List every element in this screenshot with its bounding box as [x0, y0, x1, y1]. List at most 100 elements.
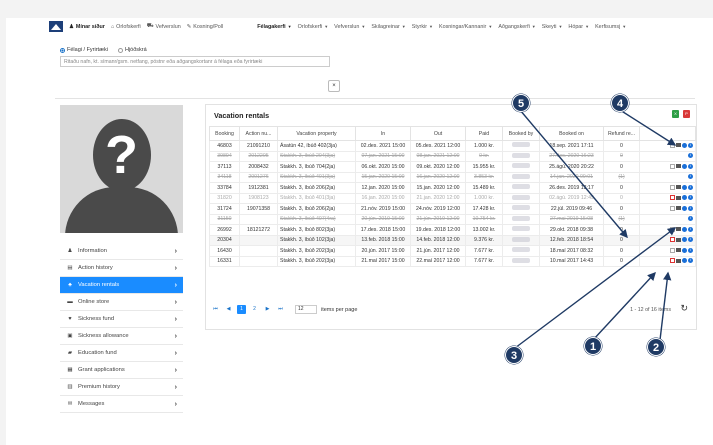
chat-icon[interactable] [682, 163, 687, 169]
sidebar-item-5[interactable]: ▣ Sickness allowance › [60, 328, 183, 345]
radio-registry[interactable]: Hjóðskrá [117, 47, 147, 53]
chat-icon[interactable] [682, 205, 687, 211]
topnav-link-3[interactable]: ✎ Kosning/Poll [187, 24, 224, 30]
info-icon[interactable]: i [688, 142, 693, 148]
column-header-1[interactable]: Action nu... [239, 126, 278, 141]
topnav-link-1[interactable]: ⌂ Orlofskerfi [111, 24, 141, 30]
topnav-dropdown-0[interactable]: Félagakerfi ▼ [257, 24, 291, 30]
topnav-link-2[interactable]: ⛟ Vefverslun [147, 23, 181, 30]
pdf-icon[interactable] [670, 226, 675, 232]
page-size-select[interactable]: 12 [295, 305, 317, 314]
mail-icon[interactable] [676, 237, 681, 242]
search-input[interactable]: Ritaðu nafn, kt. símanr/gsm. netfang, pó… [60, 56, 330, 67]
first-page-button[interactable]: ⏮ [211, 305, 220, 314]
chat-icon[interactable] [682, 195, 687, 201]
mail-icon[interactable] [676, 164, 681, 169]
info-icon[interactable]: i [688, 163, 693, 169]
sidebar-item-4[interactable]: ♥ Sickness fund › [60, 311, 183, 328]
topnav-dropdown-7[interactable]: Skeyti ▼ [542, 24, 563, 30]
column-header-2[interactable]: Vacation property [277, 126, 356, 141]
info-icon[interactable]: i [688, 226, 693, 232]
radio-member-company[interactable]: Félagi / Fyrirtæki [60, 47, 108, 53]
prev-page-button[interactable]: ◀ [224, 305, 233, 314]
table-row[interactable]: 31724 19071358 Stakkh. 3, íbúð 206(2ja) 21.… [209, 203, 696, 215]
table-row[interactable]: 26992 18121272 Stakkh. 3, íbúð 802(3ja) 17.… [209, 224, 696, 236]
info-icon[interactable]: i [688, 216, 693, 222]
cell-out: 21.jún. 2017 12:00 [410, 245, 466, 257]
table-row[interactable]: 37113 2008432 Stakkh. 3, íbúð 704(2ja) 06.o… [209, 161, 696, 173]
mail-icon[interactable] [676, 258, 681, 263]
logo-icon[interactable] [49, 21, 63, 32]
column-header-4[interactable]: Out [410, 126, 466, 141]
table-row[interactable]: 34118 2001276 Stakkh. 3, íbúð 401(3ja) 15.j… [209, 171, 696, 183]
topnav-dropdown-1[interactable]: Orlofskerfi ▼ [298, 24, 329, 30]
info-icon[interactable]: i [688, 174, 693, 180]
info-icon[interactable]: i [688, 153, 693, 159]
chat-icon[interactable] [682, 184, 687, 190]
column-header-7[interactable]: Booked on [539, 126, 604, 141]
table-row[interactable]: 39894 2012205 Stakkh. 3, íbúð 204(3ja) 07.j… [209, 150, 696, 162]
mail-icon[interactable] [676, 206, 681, 211]
pdf-icon[interactable] [670, 195, 675, 201]
chat-icon[interactable] [682, 258, 687, 264]
sidebar-item-6[interactable]: ▰ Education fund › [60, 345, 183, 362]
page-2-button[interactable]: 2 [250, 305, 259, 314]
column-header-3[interactable]: In [355, 126, 411, 141]
table-row[interactable]: 31150 Stakkh. 3, íbúð 407(4ra) 20.jún. 201… [209, 213, 696, 225]
topnav-dropdown-3[interactable]: Skilagreinar ▼ [371, 24, 405, 30]
table-row[interactable]: 16331 Stakkh. 3, íbúð 202(3ja) 21.maí 2017… [209, 255, 696, 267]
mail-icon[interactable] [676, 185, 681, 190]
info-icon[interactable]: i [688, 184, 693, 190]
pdf-icon[interactable] [670, 184, 675, 190]
pdf-icon[interactable] [670, 205, 675, 211]
sidebar-item-7[interactable]: ▦ Grant applications › [60, 362, 183, 379]
topnav-dropdown-9[interactable]: Kerfisumsj ▼ [595, 24, 626, 30]
chat-icon[interactable] [682, 226, 687, 232]
topnav-dropdown-4[interactable]: Styrkir ▼ [412, 24, 433, 30]
sidebar-item-0[interactable]: ♟ Information › [60, 243, 183, 260]
table-row[interactable]: 31820 1908123 Stakkh. 3, íbúð 401(3ja) 16.j… [209, 192, 696, 204]
pdf-icon[interactable] [670, 237, 675, 243]
chat-icon[interactable] [682, 237, 687, 243]
next-page-button[interactable]: ▶ [263, 305, 272, 314]
topnav-dropdown-5[interactable]: Kosningar/Kannanir ▼ [439, 24, 492, 30]
topnav-link-0[interactable]: ♟ Mínar síður [69, 24, 105, 30]
info-icon[interactable]: i [688, 205, 693, 211]
sidebar-item-3[interactable]: ▬ Online store › [60, 294, 183, 311]
topnav-dropdown-8[interactable]: Hópar ▼ [568, 24, 589, 30]
table-row[interactable]: 16430 Stakkh. 3, íbúð 202(3ja) 20.jún. 201… [209, 245, 696, 257]
sidebar-item-2[interactable]: ♣ Vacation rentals › [60, 277, 183, 294]
column-header-6[interactable]: Booked by [502, 126, 540, 141]
refresh-icon[interactable]: ↻ [680, 303, 688, 314]
pdf-icon[interactable] [670, 247, 675, 253]
pdf-export-icon[interactable]: P [683, 110, 690, 118]
column-header-5[interactable]: Paid [465, 126, 503, 141]
info-icon[interactable]: i [688, 237, 693, 243]
info-icon[interactable]: i [688, 258, 693, 264]
page-1-button[interactable]: 1 [237, 305, 246, 314]
column-header-8[interactable]: Refund re... [603, 126, 640, 141]
pdf-icon[interactable] [670, 142, 675, 148]
clear-search-button[interactable]: × [328, 80, 340, 92]
chat-icon[interactable] [682, 142, 687, 148]
last-page-button[interactable]: ⏭ [276, 305, 285, 314]
column-header-0[interactable]: Booking [209, 126, 240, 141]
excel-export-icon[interactable]: X [672, 110, 679, 118]
mail-icon[interactable] [676, 143, 681, 148]
table-row[interactable]: 20304 Stakkh. 3, íbúð 102(3ja) 13.feb. 201… [209, 234, 696, 246]
sidebar-item-9[interactable]: ✉ Messages › [60, 396, 183, 413]
info-icon[interactable]: i [688, 247, 693, 253]
pdf-icon[interactable] [670, 163, 675, 169]
pdf-icon[interactable] [670, 258, 675, 264]
info-icon[interactable]: i [688, 195, 693, 201]
sidebar-item-8[interactable]: ▥ Premium history › [60, 379, 183, 396]
topnav-dropdown-2[interactable]: Vefverslun ▼ [334, 24, 365, 30]
mail-icon[interactable] [676, 227, 681, 232]
topnav-dropdown-6[interactable]: Aðgangskerfi ▼ [498, 24, 535, 30]
chat-icon[interactable] [682, 247, 687, 253]
mail-icon[interactable] [676, 195, 681, 200]
table-row[interactable]: 46803 21091210 Ásatún 42, íbúð 402(3ja) 02.… [209, 140, 696, 152]
table-row[interactable]: 33784 1912381 Stakkh. 3, íbúð 206(2ja) 12.j… [209, 182, 696, 194]
mail-icon[interactable] [676, 248, 681, 253]
sidebar-item-1[interactable]: ▤ Action history › [60, 260, 183, 277]
